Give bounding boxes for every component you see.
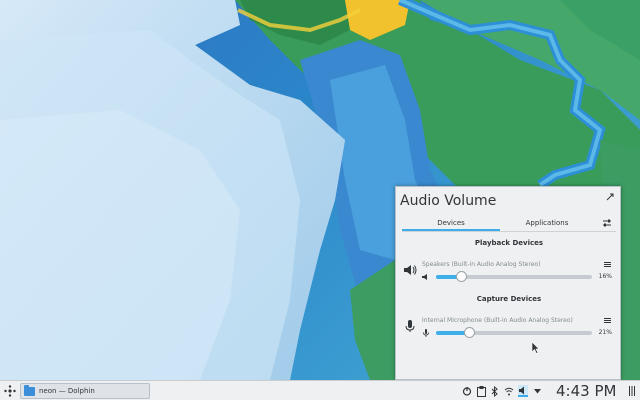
playback-slider-handle[interactable] bbox=[456, 271, 467, 282]
panel-toolbox-icon[interactable] bbox=[626, 383, 638, 399]
playback-volume-percent: 16% bbox=[598, 273, 612, 280]
volume-icon[interactable] bbox=[518, 385, 528, 397]
wifi-icon[interactable] bbox=[504, 385, 514, 397]
playback-section-title: Playback Devices bbox=[474, 239, 544, 247]
configure-icon[interactable] bbox=[602, 218, 612, 228]
tab-applications[interactable]: Applications bbox=[500, 216, 594, 230]
system-tray bbox=[462, 384, 542, 398]
capture-volume-slider[interactable] bbox=[436, 327, 592, 338]
tab-divider bbox=[402, 231, 616, 232]
playback-mute-icon[interactable] bbox=[422, 273, 430, 281]
taskbar-panel: neon — Dolphin 4:43 PM bbox=[0, 380, 640, 400]
digital-clock[interactable]: 4:43 PM bbox=[556, 381, 616, 400]
capture-mute-icon[interactable] bbox=[422, 329, 430, 337]
capture-section-title: Capture Devices bbox=[476, 295, 542, 303]
playback-volume-slider[interactable] bbox=[436, 271, 592, 282]
tab-devices[interactable]: Devices bbox=[402, 216, 500, 230]
microphone-icon bbox=[405, 320, 415, 332]
playback-menu-icon[interactable] bbox=[604, 261, 611, 268]
pin-icon[interactable] bbox=[606, 193, 614, 201]
task-dolphin[interactable]: neon — Dolphin bbox=[20, 383, 150, 399]
task-label: neon — Dolphin bbox=[39, 387, 95, 395]
folder-icon bbox=[24, 384, 35, 396]
speaker-icon bbox=[404, 265, 417, 275]
expand-tray-icon[interactable] bbox=[532, 385, 542, 397]
capture-slider-handle[interactable] bbox=[464, 327, 475, 338]
audio-volume-popup: Audio Volume Devices Applications Playba… bbox=[395, 186, 621, 380]
power-icon[interactable] bbox=[462, 385, 472, 397]
mouse-cursor bbox=[532, 342, 540, 354]
popup-title: Audio Volume bbox=[400, 193, 497, 209]
capture-menu-icon[interactable] bbox=[604, 317, 611, 324]
clipboard-icon[interactable] bbox=[476, 385, 486, 397]
playback-device-name: Speakers (Built-in Audio Analog Stereo) bbox=[422, 261, 541, 268]
capture-volume-percent: 21% bbox=[598, 329, 612, 336]
capture-device-name: Internal Microphone (Built-in Audio Anal… bbox=[422, 317, 573, 324]
bluetooth-icon[interactable] bbox=[490, 385, 500, 397]
launcher-icon bbox=[4, 384, 16, 397]
application-launcher[interactable] bbox=[0, 381, 20, 400]
